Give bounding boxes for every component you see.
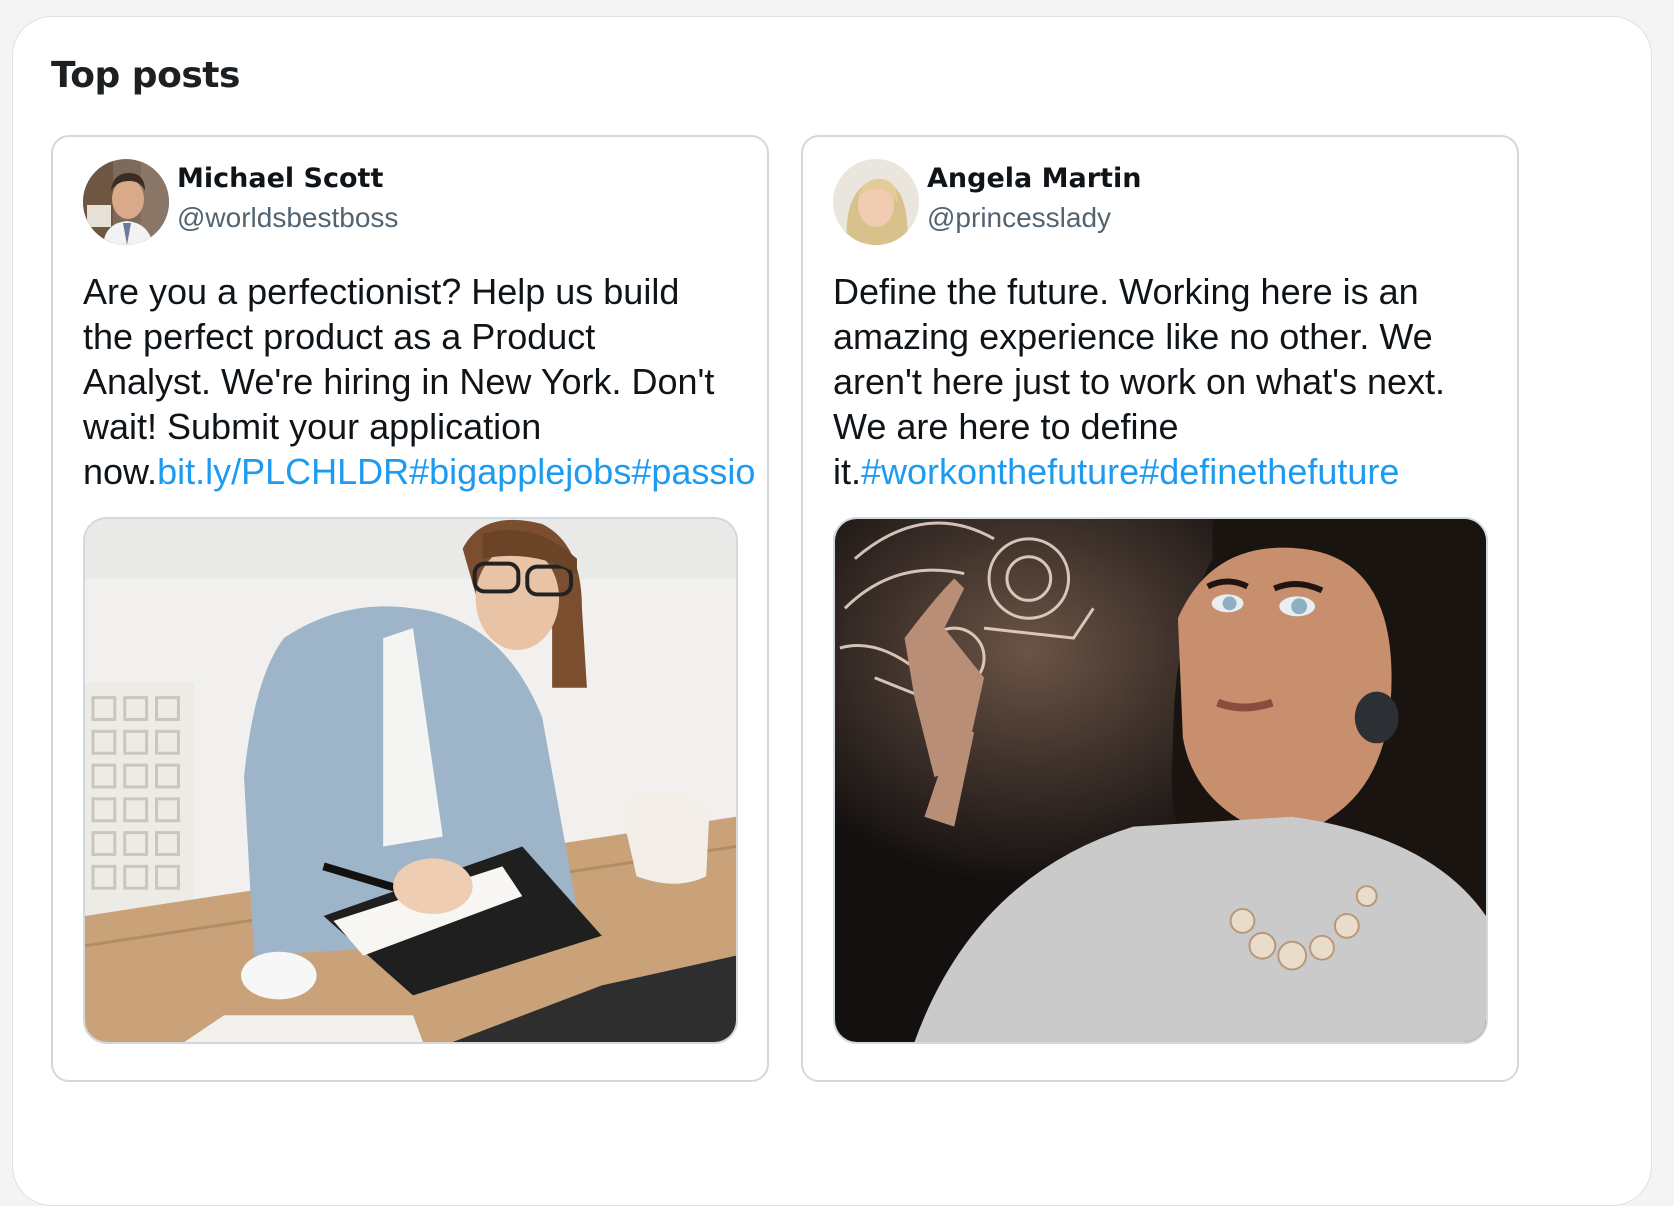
author-display-name[interactable]: Angela Martin: [927, 163, 1141, 194]
avatar-michael-scott[interactable]: [83, 159, 169, 245]
post-text-line: the perfect product as a Product: [83, 316, 596, 357]
post-media-photo[interactable]: [833, 517, 1488, 1044]
post-card-angela-martin[interactable]: Angela Martin @princesslady Define the f…: [801, 135, 1519, 1082]
post-text-line: aren't here just to work on what's next.: [833, 361, 1446, 402]
post-text-line: Analyst. We're hiring in New York. Don't: [83, 361, 715, 402]
post-text: Are you a perfectionist? Help us build t…: [83, 269, 767, 494]
author-handle[interactable]: @worldsbestboss: [177, 202, 398, 234]
photo-woman-writing-icon: [85, 519, 736, 1042]
post-text-line: amazing experience like no other. We: [833, 316, 1433, 357]
section-title: Top posts: [51, 55, 240, 96]
author-display-name[interactable]: Michael Scott: [177, 163, 383, 194]
post-text-line: Define the future. Working here is an: [833, 271, 1419, 312]
post-text-line: it.: [833, 451, 862, 492]
top-posts-panel: Top posts Michael Scott @worldsbestboss …: [12, 16, 1652, 1206]
post-text-line: wait! Submit your application: [83, 406, 542, 447]
post-text-line: Are you a perfectionist? Help us build: [83, 271, 680, 312]
post-link[interactable]: bit.ly/PLCHLDR#bigapplejobs#passio: [157, 451, 755, 492]
post-media-photo[interactable]: [83, 517, 738, 1044]
post-card-michael-scott[interactable]: Michael Scott @worldsbestboss Are you a …: [51, 135, 769, 1082]
post-text-line: now.: [83, 451, 158, 492]
avatar-angela-martin[interactable]: [833, 159, 919, 245]
photo-woman-hologram-icon: [835, 519, 1486, 1042]
post-link[interactable]: #workonthefuture#definethefuture: [861, 451, 1399, 492]
post-text-line: We are here to define: [833, 406, 1179, 447]
post-text: Define the future. Working here is an am…: [833, 269, 1517, 494]
author-handle[interactable]: @princesslady: [927, 202, 1111, 234]
